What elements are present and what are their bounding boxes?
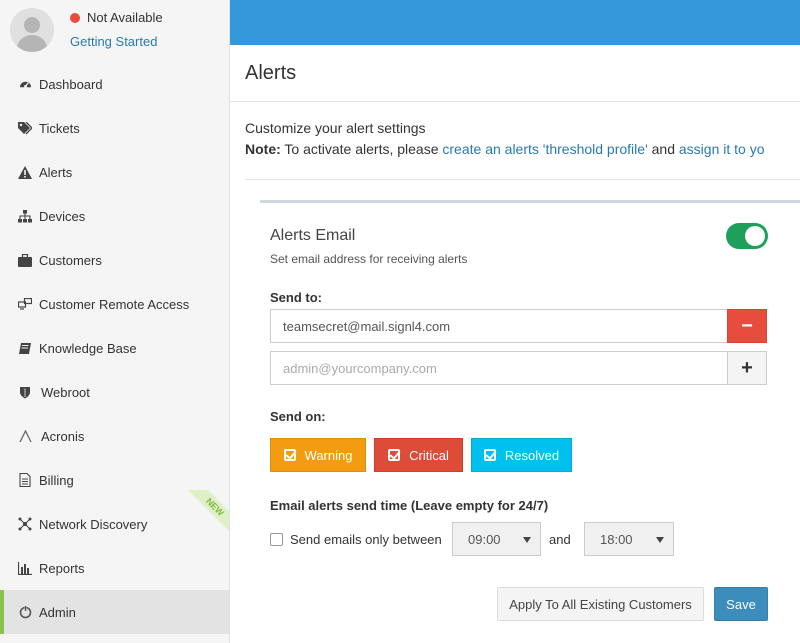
critical-toggle-button[interactable]: Critical xyxy=(374,438,463,472)
sidebar-item-label: Webroot xyxy=(41,384,90,400)
only-between-checkbox[interactable] xyxy=(270,533,283,546)
sidebar-item-devices[interactable]: Devices xyxy=(0,194,229,238)
sidebar-item-label: Admin xyxy=(39,604,76,620)
book-icon xyxy=(18,341,32,355)
and-label: and xyxy=(549,532,571,547)
to-time-value: 18:00 xyxy=(600,531,633,547)
top-navbar xyxy=(230,0,800,45)
getting-started-link[interactable]: Getting Started xyxy=(70,34,157,49)
status-indicator xyxy=(70,13,80,23)
caret-down-icon xyxy=(656,537,664,543)
admin-icon xyxy=(18,605,32,619)
document-icon xyxy=(18,473,32,487)
new-email-field[interactable] xyxy=(270,351,727,385)
note-text: Note: To activate alerts, please create … xyxy=(245,141,765,157)
only-between-label: Send emails only between xyxy=(290,532,442,547)
checked-box-icon xyxy=(283,449,296,461)
sidebar-item-admin[interactable]: Admin xyxy=(0,590,229,634)
caret-down-icon xyxy=(523,537,531,543)
network-icon xyxy=(18,517,32,531)
sidebar-nav: Dashboard Tickets Alerts Devices Custome… xyxy=(0,62,229,634)
send-time-label: Email alerts send time (Leave empty for … xyxy=(270,498,549,513)
sidebar-item-label: Alerts xyxy=(39,164,73,180)
sidebar-item-label: Tickets xyxy=(39,120,80,136)
tags-icon xyxy=(18,121,32,135)
sidebar-item-label: Customers xyxy=(39,252,102,268)
apply-to-all-button[interactable]: Apply To All Existing Customers xyxy=(497,587,704,621)
sitemap-icon xyxy=(18,209,32,223)
send-on-label: Send on: xyxy=(270,409,326,424)
sidebar-item-acronis[interactable]: Acronis xyxy=(0,414,229,458)
sidebar-item-label: Customer Remote Access xyxy=(39,296,190,312)
user-profile: Not Available Getting Started xyxy=(0,0,229,62)
panel-description: Set email address for receiving alerts xyxy=(270,252,468,266)
sidebar-item-label: Reports xyxy=(39,560,85,576)
to-time-select[interactable]: 18:00 xyxy=(584,522,674,556)
sidebar-item-label: Devices xyxy=(39,208,86,224)
divider xyxy=(245,179,800,180)
sidebar-item-label: Knowledge Base xyxy=(39,340,137,356)
from-time-select[interactable]: 09:00 xyxy=(452,522,541,556)
briefcase-icon xyxy=(18,253,32,267)
sidebar-item-alerts[interactable]: Alerts xyxy=(0,150,229,194)
warning-toggle-button[interactable]: Warning xyxy=(270,438,366,472)
avatar[interactable] xyxy=(10,8,54,52)
sidebar-item-label: Dashboard xyxy=(39,76,103,92)
critical-label: Critical xyxy=(409,447,449,463)
note-and: and xyxy=(647,141,679,157)
sidebar-item-knowledge-base[interactable]: Knowledge Base xyxy=(0,326,229,370)
checked-box-icon xyxy=(388,449,401,461)
warning-icon xyxy=(18,165,32,179)
resolved-toggle-button[interactable]: Resolved xyxy=(471,438,572,472)
user-silhouette-icon xyxy=(10,8,54,52)
remove-email-button[interactable]: − xyxy=(727,309,767,343)
checked-box-icon xyxy=(483,449,496,461)
sidebar-item-webroot[interactable]: Webroot xyxy=(0,370,229,414)
bar-chart-icon xyxy=(18,561,32,575)
sidebar: Not Available Getting Started Dashboard … xyxy=(0,0,230,643)
customize-text: Customize your alert settings xyxy=(245,120,426,136)
sidebar-item-network-discovery[interactable]: Network Discovery NEW xyxy=(0,490,229,546)
sidebar-item-reports[interactable]: Reports xyxy=(0,546,229,590)
new-badge: NEW xyxy=(187,490,229,534)
add-email-button[interactable]: + xyxy=(727,351,767,385)
sidebar-item-tickets[interactable]: Tickets xyxy=(0,106,229,150)
alerts-email-panel: Alerts Email Set email address for recei… xyxy=(260,200,800,643)
threshold-profile-link[interactable]: create an alerts 'threshold profile' xyxy=(442,141,647,157)
sidebar-item-customer-remote-access[interactable]: Customer Remote Access xyxy=(0,282,229,326)
sidebar-item-label: Acronis xyxy=(41,428,85,444)
warning-label: Warning xyxy=(304,447,353,463)
acronis-icon xyxy=(18,429,32,443)
email-row-1: − xyxy=(270,309,767,343)
resolved-label: Resolved xyxy=(504,447,560,463)
sidebar-item-label: Billing xyxy=(39,472,74,488)
main-content: Alerts Customize your alert settings Not… xyxy=(230,45,800,643)
note-label: Note: xyxy=(245,141,281,157)
dashboard-icon xyxy=(18,77,32,91)
save-button[interactable]: Save xyxy=(714,587,768,621)
shield-icon xyxy=(18,385,32,399)
email-field[interactable] xyxy=(270,309,727,343)
status-text: Not Available xyxy=(87,10,163,25)
sidebar-item-label: Network Discovery xyxy=(39,516,148,532)
toggle-knob xyxy=(745,226,765,246)
from-time-value: 09:00 xyxy=(468,531,501,547)
email-row-2: + xyxy=(270,351,767,385)
panel-title: Alerts Email xyxy=(270,227,356,244)
note-body: To activate alerts, please xyxy=(280,141,443,157)
assign-link[interactable]: assign it to yo xyxy=(679,141,765,157)
page-title: Alerts xyxy=(245,62,297,84)
sidebar-item-dashboard[interactable]: Dashboard xyxy=(0,62,229,106)
divider xyxy=(230,101,800,102)
remote-access-icon xyxy=(18,297,32,311)
alerts-email-toggle[interactable] xyxy=(726,223,768,249)
sidebar-item-customers[interactable]: Customers xyxy=(0,238,229,282)
send-to-label: Send to: xyxy=(270,290,322,305)
